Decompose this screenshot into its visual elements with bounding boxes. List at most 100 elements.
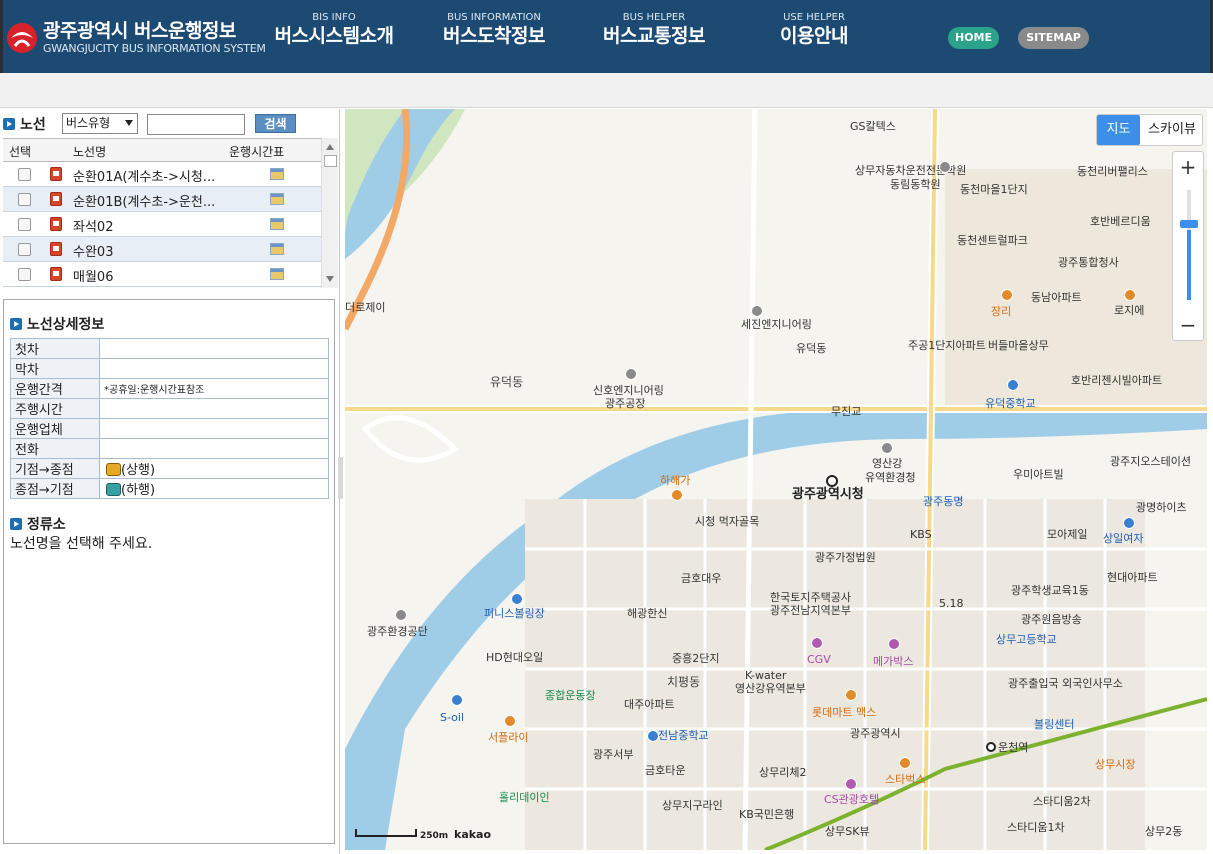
left-panel: 노선 버스유형 검색 선택 노선명 운행시간표 순환01A(계수초->시청...… (3, 109, 343, 854)
nav-use-helper-ko: 이용안내 (780, 25, 848, 47)
route-name[interactable]: 좌석02 (73, 216, 113, 235)
route-table-scrollbar[interactable] (321, 138, 338, 288)
route-checkbox[interactable] (18, 268, 31, 281)
poi-marker-icon[interactable] (888, 638, 900, 650)
poi-marker-icon[interactable] (504, 715, 516, 727)
timetable-icon[interactable] (270, 193, 284, 205)
logo-title[interactable]: 광주광역시 버스운행정보 (43, 16, 236, 43)
poi-marker-icon[interactable] (751, 305, 763, 317)
map-label: 동천센트럴파크 (957, 234, 1028, 247)
poi-marker-icon[interactable] (1124, 289, 1136, 301)
map-view[interactable]: GS칼텍스 상무자동차운전전문학원 동림동학원 동천리버팰리스 동천마을1단지 … (345, 109, 1207, 850)
panel-resize-handle[interactable] (338, 457, 343, 499)
map-label: KB국민은행 (739, 808, 795, 821)
skyview-button[interactable]: 스카이뷰 (1142, 115, 1202, 145)
route-row[interactable]: 수완03 (3, 237, 321, 262)
nav-bis-info[interactable]: BIS INFO 버스시스템소개 (270, 12, 398, 48)
search-button[interactable]: 검색 (255, 114, 296, 133)
poi-marker-icon[interactable] (939, 161, 951, 173)
map-label: 로지에 (1114, 304, 1145, 317)
poi-marker-icon[interactable] (625, 368, 637, 380)
sitemap-button[interactable]: SITEMAP (1018, 27, 1089, 49)
timetable-icon[interactable] (270, 268, 284, 280)
map-label: 종합운동장 (545, 689, 596, 702)
route-name[interactable]: 수완03 (73, 241, 113, 260)
poi-marker-icon[interactable] (1123, 517, 1135, 529)
map-label: 광주광역시청 (792, 487, 864, 502)
poi-marker-icon[interactable] (811, 637, 823, 649)
poi-marker-icon[interactable] (647, 730, 659, 742)
route-name[interactable]: 순환01B(계수초->운천... (73, 191, 215, 210)
map-label: 무진교 (831, 405, 862, 418)
route-name[interactable]: 순환01A(계수초->시청... (73, 166, 215, 185)
poi-marker-icon[interactable] (845, 778, 857, 790)
detail-key: 운행간격 (10, 378, 100, 399)
poi-marker-icon[interactable] (845, 689, 857, 701)
map-label: 치평동 (667, 675, 701, 689)
city-logo-icon[interactable] (5, 16, 39, 56)
zoom-in-button[interactable]: + (1173, 152, 1203, 182)
route-checkbox[interactable] (18, 168, 31, 181)
detail-key: 주행시간 (10, 398, 100, 419)
map-label: 주공1단지아파트 (908, 339, 986, 352)
map-label: 롯데마트 맥스 (812, 706, 877, 719)
map-label: 상무2동 (1145, 825, 1183, 838)
nav-bis-info-ko: 버스시스템소개 (274, 25, 394, 47)
poi-marker-icon[interactable] (899, 757, 911, 769)
nav-bus-helper-en: BUS HELPER (622, 12, 686, 23)
map-label: 광주광역시 (850, 727, 901, 740)
route-detail-table: 첫차 막차 운행간격 *공휴일:운행시간표참조 주행시간 운행업체 전화 기점→종… (10, 338, 329, 499)
route-checkbox[interactable] (18, 218, 31, 231)
timetable-icon[interactable] (270, 168, 284, 180)
poi-marker-icon[interactable] (1007, 379, 1019, 391)
poi-marker-icon[interactable] (881, 442, 893, 454)
map-label: 해광한신 (627, 607, 668, 620)
route-name[interactable]: 매월06 (73, 266, 113, 285)
zoom-out-button[interactable]: − (1173, 310, 1203, 340)
route-search-input[interactable] (147, 114, 245, 135)
nav-bus-information-en: BUS INFORMATION (447, 12, 541, 23)
scroll-down-icon[interactable] (326, 276, 334, 282)
timetable-icon[interactable] (270, 218, 284, 230)
section-arrow-icon (10, 318, 22, 330)
detail-value (99, 418, 329, 439)
map-label: 상무시장 (1095, 758, 1136, 771)
map-view-button[interactable]: 지도 (1097, 115, 1140, 145)
header-select: 선택 (9, 145, 32, 159)
poi-marker-icon[interactable] (671, 489, 683, 501)
route-row[interactable]: 좌석02 (3, 212, 321, 237)
nav-bus-information[interactable]: BUS INFORMATION 버스도착정보 (439, 12, 549, 48)
nav-bus-helper[interactable]: BUS HELPER 버스교통정보 (599, 12, 709, 48)
map-label: 상무리체2 (759, 766, 807, 779)
scroll-thumb[interactable] (324, 155, 337, 167)
map-label: 광주환경공단 (367, 625, 428, 638)
map-label: 볼링센터 (1034, 718, 1075, 731)
home-button[interactable]: HOME (948, 27, 999, 49)
route-checkbox[interactable] (18, 243, 31, 256)
route-row[interactable]: 매월06 (3, 262, 321, 287)
timetable-icon[interactable] (270, 243, 284, 255)
bus-route-icon (50, 192, 62, 206)
map-label: 스타벅스 (885, 773, 926, 786)
map-label: 세진엔지니어링 (741, 318, 812, 331)
map-label: 더로제이 (345, 301, 386, 314)
nav-use-helper[interactable]: USE HELPER 이용안내 (775, 12, 853, 48)
bus-type-select[interactable]: 버스유형 (62, 113, 138, 134)
route-row[interactable]: 순환01A(계수초->시청... (3, 162, 321, 187)
route-row[interactable]: 순환01B(계수초->운천... (3, 187, 321, 212)
poi-marker-icon[interactable] (451, 694, 463, 706)
scroll-up-icon[interactable] (326, 144, 334, 150)
kakao-logo[interactable]: kakao (454, 828, 491, 841)
poi-marker-icon[interactable] (1001, 289, 1013, 301)
map-label: 광주원음방송 (1021, 613, 1082, 626)
nav-use-helper-en: USE HELPER (783, 12, 845, 23)
detail-key: 종점→기점 (10, 478, 100, 499)
map-label: 신호엔지니어링 (593, 384, 664, 397)
poi-marker-icon[interactable] (395, 609, 407, 621)
map-label: 호반베르디움 (1090, 215, 1151, 228)
bus-route-icon (50, 267, 62, 281)
zoom-slider-handle[interactable] (1180, 220, 1198, 228)
route-checkbox[interactable] (18, 193, 31, 206)
map-label: K-water (745, 669, 787, 682)
poi-marker-icon[interactable] (511, 593, 523, 605)
